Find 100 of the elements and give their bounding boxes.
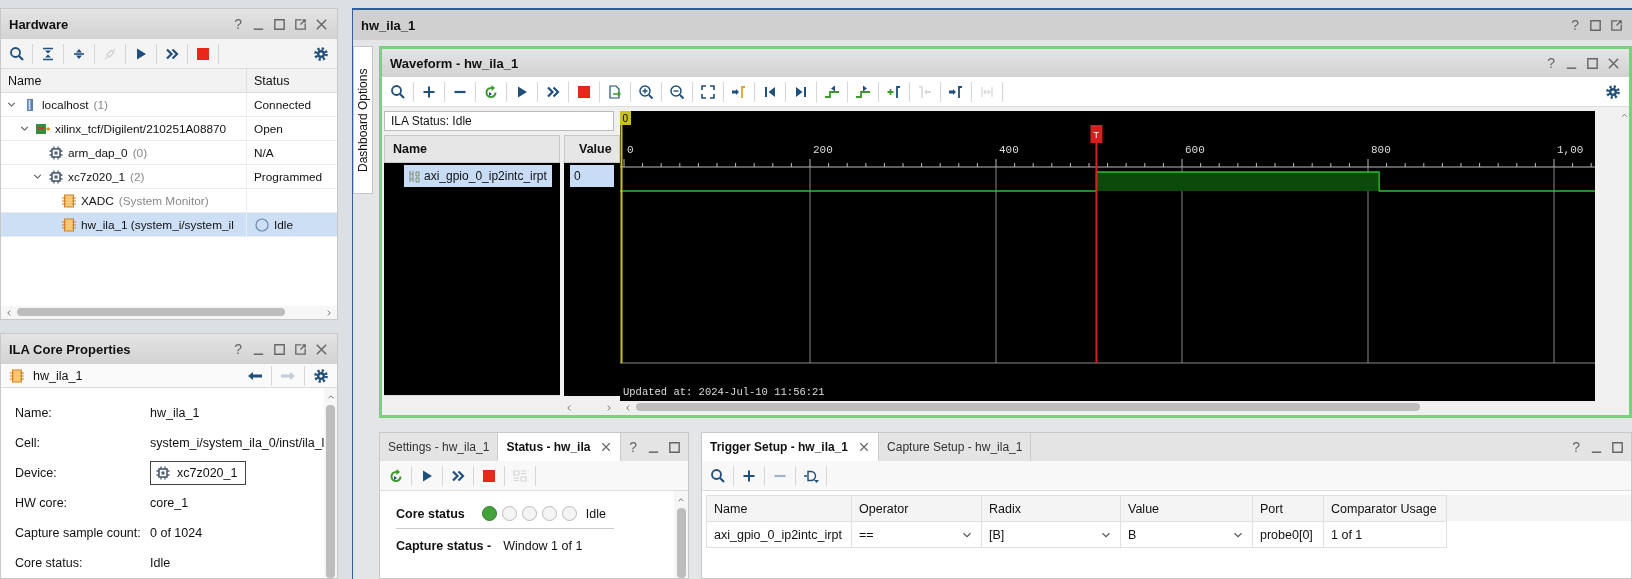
tree-row[interactable]: arm_dap_0 (0) N/A — [1, 141, 337, 165]
panel-title: hw_ila_1 — [361, 17, 416, 33]
stop-icon[interactable] — [195, 45, 211, 62]
tree-row[interactable]: hw_ila_1 (system_i/system_il Idle — [1, 213, 337, 237]
node-label: xc7z020_1 (2) — [68, 169, 145, 184]
status-text: Connected — [254, 97, 312, 112]
table-cell: 1 of 1 — [1323, 521, 1447, 548]
stop-icon[interactable] — [481, 467, 497, 484]
settings-icon[interactable] — [313, 45, 329, 62]
signal-icon — [409, 169, 420, 183]
search-icon[interactable] — [9, 45, 25, 62]
panel-title: Hardware — [9, 16, 69, 32]
help-button[interactable]: ? — [1569, 439, 1583, 455]
maximize-icon[interactable] — [1585, 55, 1600, 71]
next-marker-icon[interactable] — [948, 83, 964, 100]
maximize-icon[interactable] — [272, 16, 287, 32]
property-value: hw_ila_1 — [150, 406, 200, 420]
column-header[interactable]: Name — [706, 495, 852, 522]
close-icon[interactable] — [1606, 55, 1621, 71]
search-icon[interactable] — [710, 467, 726, 484]
node-label: arm_dap_0 (0) — [68, 145, 148, 160]
tick-label: 400 — [999, 144, 1019, 156]
property-value: system_i/system_ila_0/inst/ila_l — [150, 436, 325, 450]
property-value: 0 of 1024 — [150, 526, 203, 540]
device-link[interactable]: xc7z020_1 — [150, 461, 247, 485]
core-status-label: Core status — [396, 506, 465, 521]
close-icon[interactable] — [600, 441, 613, 453]
status-text: N/A — [254, 145, 274, 160]
settings-icon[interactable] — [313, 367, 329, 384]
maximize-icon[interactable] — [272, 341, 287, 357]
property-label: Cell: — [15, 436, 41, 450]
tick-label: 600 — [1185, 144, 1205, 156]
node-label: xilinx_tcf/Digilent/210251A08870 — [55, 121, 227, 136]
property-value: Idle — [150, 556, 171, 570]
collapse-all-icon[interactable] — [40, 45, 56, 62]
close-icon[interactable] — [858, 441, 871, 453]
capture-status-label: Capture status - — [396, 539, 492, 553]
node-label: localhost (1) — [42, 97, 108, 112]
panel-title: Waveform - hw_ila_1 — [390, 55, 519, 71]
panel-title: ILA Core Properties — [9, 341, 131, 357]
help-button[interactable]: ? — [1568, 17, 1582, 33]
timestamp-text: Updated at: 2024-Jul-10 11:56:21 — [623, 386, 825, 398]
search-icon[interactable] — [390, 83, 406, 100]
chip-icon — [48, 144, 64, 161]
close-icon[interactable] — [314, 16, 329, 32]
node-label: XADC (System Monitor) — [81, 193, 209, 208]
next-edge-icon[interactable] — [855, 83, 871, 100]
chip-icon — [155, 465, 171, 481]
property-label: Name: — [15, 406, 53, 420]
help-button[interactable]: ? — [1544, 55, 1558, 71]
tick-label: 200 — [813, 144, 833, 156]
maximize-icon[interactable] — [1588, 17, 1603, 33]
column-header[interactable]: Name — [1, 69, 247, 92]
signal-value: 0 — [570, 165, 614, 187]
zoom-out-icon[interactable] — [669, 83, 685, 100]
tab[interactable]: Trigger Setup - hw_ila_1 — [702, 433, 880, 461]
help-button[interactable]: ? — [626, 439, 640, 455]
property-value: core_1 — [150, 496, 189, 510]
previous-edge-icon[interactable] — [824, 83, 840, 100]
node-label: hw_ila_1 (system_i/system_il — [81, 217, 234, 232]
object-name: hw_ila_1 — [33, 368, 83, 383]
help-button[interactable]: ? — [231, 341, 245, 357]
column-header[interactable]: Comparator Usage — [1323, 495, 1447, 522]
chevron-up-icon[interactable] — [1619, 111, 1629, 120]
zoom-in-icon[interactable] — [638, 83, 654, 100]
export-icon[interactable] — [607, 83, 623, 100]
side-tab[interactable]: Dashboard Options — [353, 46, 373, 194]
close-icon[interactable] — [314, 341, 329, 357]
vertical-scrollbar[interactable] — [326, 405, 336, 578]
tree-row[interactable]: xilinx_tcf/Digilent/210251A08870 Open — [1, 117, 337, 141]
settings-icon[interactable] — [1605, 83, 1621, 100]
tick-label: 800 — [1371, 144, 1391, 156]
float-icon[interactable] — [293, 16, 308, 32]
column-header[interactable]: Name — [384, 135, 560, 163]
column-header[interactable]: Value — [564, 135, 620, 163]
maximize-icon[interactable] — [1610, 439, 1625, 455]
column-header[interactable]: Status — [247, 69, 290, 92]
status-text: Programmed — [254, 169, 323, 184]
table-cell: axi_gpio_0_ip2intc_irpt — [706, 521, 852, 548]
chip-icon — [48, 168, 64, 185]
property-label: Capture sample count: — [15, 526, 142, 540]
stop-icon[interactable] — [576, 83, 592, 100]
signal-name[interactable]: axi_gpio_0_ip2intc_irpt — [404, 165, 552, 187]
vertical-scrollbar[interactable] — [676, 508, 686, 578]
add-marker-icon[interactable] — [886, 83, 902, 100]
float-icon[interactable] — [293, 341, 308, 357]
maximize-icon[interactable] — [667, 439, 682, 455]
float-icon[interactable] — [1609, 17, 1624, 33]
refresh-icon[interactable] — [483, 83, 499, 100]
tree-row[interactable]: localhost (1) Connected — [1, 93, 337, 117]
tick-label: 0 — [627, 144, 634, 156]
core-status-value: Idle — [585, 506, 606, 521]
ila-status-label: ILA Status: Idle — [384, 111, 614, 131]
refresh-icon[interactable] — [388, 467, 404, 484]
arrow-bracket-icon[interactable] — [731, 83, 747, 100]
help-button[interactable]: ? — [231, 16, 245, 32]
tab[interactable]: Status - hw_ila — [498, 433, 622, 461]
fit-icon[interactable] — [700, 83, 716, 100]
ip-core-icon — [61, 216, 77, 233]
tree-row[interactable]: xc7z020_1 (2) Programmed — [1, 165, 337, 189]
